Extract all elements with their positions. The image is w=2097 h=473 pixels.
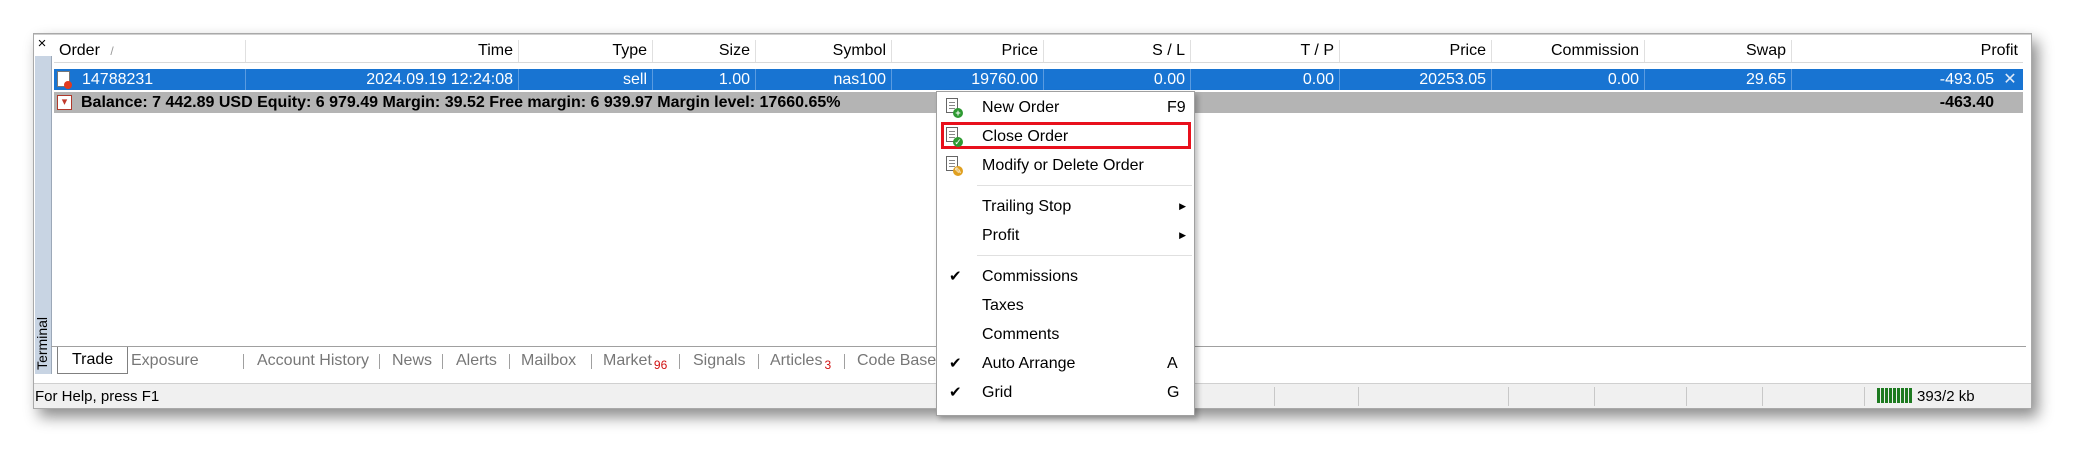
- status-separator: [1594, 387, 1595, 406]
- symbol-cell: nas100: [756, 69, 892, 90]
- table-header: Order / Time Type Size Symbol Price S / …: [54, 40, 2023, 63]
- profit-cell: -493.05: [1939, 71, 1994, 88]
- status-separator: [1686, 387, 1687, 406]
- tab-trade[interactable]: Trade: [57, 347, 129, 374]
- menu-item-close-order[interactable]: ✓ Close Order: [937, 122, 1194, 151]
- connection-bars-icon: [1877, 388, 1913, 403]
- commission-cell: 0.00: [1492, 69, 1645, 90]
- col-current-price[interactable]: Price: [1340, 40, 1492, 62]
- menu-item-modify-order[interactable]: ✎ Modify or Delete Order: [937, 151, 1194, 180]
- col-size[interactable]: Size: [653, 40, 756, 62]
- tab-exposure[interactable]: Exposure: [131, 348, 199, 373]
- tp-cell: 0.00: [1191, 69, 1340, 90]
- col-time[interactable]: Time: [246, 40, 519, 62]
- menu-separator: [977, 185, 1192, 186]
- col-tp[interactable]: T / P: [1191, 40, 1340, 62]
- tab-separator: [379, 354, 380, 369]
- submenu-arrow-icon: ▶: [1179, 201, 1186, 211]
- tab-separator: [844, 354, 845, 369]
- order-cell: 14788231: [54, 69, 246, 90]
- menu-item-comments[interactable]: Comments: [937, 320, 1194, 349]
- terminal-label: Terminal: [34, 317, 50, 370]
- modify-order-icon: ✎: [945, 156, 963, 176]
- col-swap[interactable]: Swap: [1645, 40, 1792, 62]
- check-icon: ✔: [949, 268, 962, 285]
- total-profit: -463.40: [1939, 94, 1994, 111]
- col-profit[interactable]: Profit: [1792, 40, 2023, 62]
- status-help-text: For Help, press F1: [35, 388, 160, 405]
- table-row[interactable]: 14788231 2024.09.19 12:24:08 sell 1.00 n…: [54, 69, 2023, 90]
- submenu-arrow-icon: ▶: [1179, 230, 1186, 240]
- menu-item-auto-arrange[interactable]: ✔ Auto Arrange A: [937, 349, 1194, 378]
- menu-item-commissions[interactable]: ✔ Commissions: [937, 262, 1194, 291]
- tab-separator: [509, 354, 510, 369]
- close-order-menu-icon: ✓: [945, 127, 963, 147]
- menu-item-profit[interactable]: Profit ▶: [937, 221, 1194, 250]
- current-price-cell: 20253.05: [1340, 69, 1492, 90]
- articles-badge: 3: [824, 358, 832, 373]
- menu-separator: [977, 255, 1192, 256]
- tab-signals[interactable]: Signals: [693, 348, 745, 373]
- col-price[interactable]: Price: [892, 40, 1044, 62]
- tab-alerts[interactable]: Alerts: [456, 348, 497, 373]
- menu-item-new-order[interactable]: + New Order F9: [937, 93, 1194, 122]
- tab-code-base[interactable]: Code Base: [857, 348, 936, 373]
- tab-separator: [758, 354, 759, 369]
- status-separator: [1762, 387, 1763, 406]
- col-type[interactable]: Type: [519, 40, 653, 62]
- tab-separator: [442, 354, 443, 369]
- check-icon: ✔: [949, 384, 962, 401]
- traffic-text: 393/2 kb: [1917, 388, 1975, 405]
- status-separator: [1508, 387, 1509, 406]
- col-sl[interactable]: S / L: [1044, 40, 1191, 62]
- status-separator: [1274, 387, 1275, 406]
- context-menu: + New Order F9 ✓ Close Order ✎ Modify or…: [936, 91, 1195, 416]
- size-cell: 1.00: [653, 69, 756, 90]
- check-icon: ✔: [949, 355, 962, 372]
- tab-separator: [591, 354, 592, 369]
- close-icon[interactable]: ×: [35, 36, 49, 52]
- tab-articles[interactable]: Articles 3: [770, 348, 831, 373]
- new-order-icon: +: [945, 98, 963, 118]
- menu-item-trailing-stop[interactable]: Trailing Stop ▶: [937, 192, 1194, 221]
- status-separator: [1864, 387, 1865, 406]
- tab-separator: [679, 354, 680, 369]
- balance-icon: ▾: [57, 95, 72, 110]
- tab-separator: [243, 354, 244, 369]
- type-cell: sell: [519, 69, 653, 90]
- market-badge: 96: [653, 358, 668, 373]
- tab-market[interactable]: Market 96: [603, 348, 667, 373]
- status-separator: [1358, 387, 1359, 406]
- sl-cell: 0.00: [1044, 69, 1191, 90]
- menu-item-grid[interactable]: ✔ Grid G: [937, 378, 1194, 407]
- col-commission[interactable]: Commission: [1492, 40, 1645, 62]
- window-top-border: [34, 34, 2031, 35]
- order-icon: [57, 71, 72, 89]
- sort-indicator-icon: /: [110, 44, 114, 58]
- swap-cell: 29.65: [1645, 69, 1792, 90]
- terminal-sidebar[interactable]: Terminal: [34, 56, 52, 374]
- close-order-icon[interactable]: ✕: [2003, 69, 2017, 90]
- tab-mailbox[interactable]: Mailbox: [521, 348, 576, 373]
- col-order[interactable]: Order /: [54, 40, 246, 62]
- menu-item-taxes[interactable]: Taxes: [937, 291, 1194, 320]
- tab-news[interactable]: News: [392, 348, 432, 373]
- time-cell: 2024.09.19 12:24:08: [246, 69, 519, 90]
- price-cell: 19760.00: [892, 69, 1044, 90]
- col-symbol[interactable]: Symbol: [756, 40, 892, 62]
- tab-account-history[interactable]: Account History: [257, 348, 369, 373]
